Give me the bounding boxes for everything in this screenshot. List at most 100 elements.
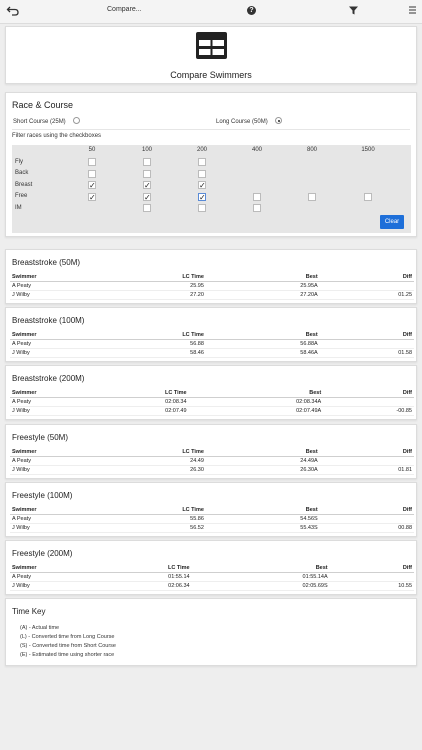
result-table: Swimmer LC Time Best Diff A Peaty 55.86 54.56S… [10, 506, 414, 533]
lc-time: 26.30 [70, 465, 206, 475]
race-course-title: Race & Course [12, 100, 74, 110]
checkbox-free-100[interactable]: ✓ [143, 192, 151, 201]
lc-time: 02:07.49 [70, 406, 189, 416]
checkbox-free-800[interactable] [308, 192, 316, 201]
checkbox-free-50[interactable]: ✓ [88, 192, 96, 201]
checkbox-free-1500[interactable] [364, 192, 372, 201]
checkbox-im-200[interactable] [198, 204, 206, 212]
table-row: J Wilby 02:06.34 02:05.69S 10.55 [10, 581, 414, 591]
stroke-label-fly: Fly [15, 158, 23, 165]
checkbox-fly-100[interactable] [143, 158, 151, 166]
help-icon[interactable]: ? [247, 6, 256, 15]
col-swimmer: Swimmer [10, 448, 70, 457]
col-lc-time: LC Time [70, 273, 206, 282]
table-row: A Peaty 24.49 24.49A [10, 456, 414, 466]
swimmer-name: J Wilby [10, 406, 70, 416]
table-row: J Wilby 56.52 55.43S 00.88 [10, 523, 414, 533]
diff-time: 01.58 [319, 348, 414, 358]
time-key-line: (S) - Converted time from Short Course [20, 643, 116, 649]
best-time: 58.46A [205, 348, 320, 358]
table-header-row: Swimmer LC Time Best Diff [10, 331, 414, 340]
table-row: J Wilby 26.30 26.30A 01.81 [10, 465, 414, 475]
long-course-radio[interactable] [275, 117, 282, 124]
result-title: Breaststroke (100M) [12, 316, 85, 325]
lc-time: 02:06.34 [70, 581, 192, 591]
result-card: Breaststroke (200M) Swimmer LC Time Best Dif… [5, 365, 417, 420]
result-table: Swimmer LC Time Best Diff A Peaty 01:55.14 01:… [10, 564, 414, 591]
time-key-line: (E) - Estimated time using shorter race [20, 652, 115, 658]
checkbox-im-400[interactable] [253, 204, 261, 212]
best-time: 26.30A [205, 465, 320, 475]
diff-time [329, 572, 414, 582]
result-title: Freestyle (200M) [12, 549, 73, 558]
swimmer-name: A Peaty [10, 397, 70, 407]
checkbox-breast-200[interactable]: ✓ [198, 181, 206, 190]
swimmer-name: A Peaty [10, 339, 70, 349]
back-arrow-icon[interactable] [6, 4, 20, 18]
col-best: Best [191, 564, 330, 573]
col-lc-time: LC Time [70, 564, 192, 573]
swimmer-name: A Peaty [10, 456, 70, 466]
col-diff: Diff [319, 506, 414, 515]
table-row: J Wilby 27.20 27.20A 01.25 [10, 290, 414, 300]
diff-time [319, 514, 414, 524]
result-table: Swimmer LC Time Best Diff A Peaty 24.49 24.49A… [10, 448, 414, 475]
lc-time: 01:55.14 [70, 572, 192, 582]
checkbox-fly-50[interactable] [88, 158, 96, 166]
table-header-row: Swimmer LC Time Best Diff [10, 273, 414, 282]
result-table: Swimmer LC Time Best Diff A Peaty 25.95 25.95A… [10, 273, 414, 300]
stroke-label-free: Free [15, 193, 28, 199]
lc-time: 55.86 [70, 514, 206, 524]
table-header-row: Swimmer LC Time Best Diff [10, 389, 414, 398]
col-lc-time: LC Time [70, 331, 206, 340]
distance-header-100: 100 [141, 147, 153, 153]
checkbox-back-200[interactable] [198, 169, 206, 178]
col-best: Best [205, 506, 320, 515]
checkbox-back-50[interactable] [88, 169, 96, 178]
header-card: Compare Swimmers [5, 26, 417, 84]
diff-time [323, 397, 414, 407]
checkbox-breast-50[interactable]: ✓ [88, 181, 96, 190]
checkbox-breast-100[interactable]: ✓ [143, 181, 151, 190]
col-best: Best [205, 273, 320, 282]
checkbox-im-100[interactable] [143, 204, 151, 212]
distance-header-1500: 1500 [361, 147, 375, 153]
col-lc-time: LC Time [70, 506, 206, 515]
result-title: Breaststroke (200M) [12, 374, 85, 383]
long-course-label: Long Course (50M) [216, 119, 268, 125]
best-time: 02:07.49A [188, 406, 324, 416]
stroke-label-back: Back [15, 170, 29, 176]
lc-time: 56.88 [70, 339, 206, 349]
best-time: 27.20A [205, 290, 320, 300]
result-card: Breaststroke (50M) Swimmer LC Time Best Diff… [5, 249, 417, 304]
col-swimmer: Swimmer [10, 506, 70, 515]
table-row: J Wilby 02:07.49 02:07.49A -00.85 [10, 406, 414, 416]
col-diff: Diff [319, 448, 414, 457]
lc-time: 24.49 [70, 456, 206, 466]
col-diff: Diff [329, 564, 414, 573]
diff-time [319, 281, 414, 291]
best-time: 54.56S [205, 514, 320, 524]
checkbox-free-200[interactable]: ✓ [198, 192, 206, 201]
best-time: 02:05.69S [191, 581, 330, 591]
filter-icon[interactable] [349, 6, 358, 15]
lc-time: 02:08.34 [70, 397, 189, 407]
col-best: Best [188, 389, 324, 398]
checkbox-fly-200[interactable] [198, 158, 206, 166]
result-card: Freestyle (200M) Swimmer LC Time Best Diff A … [5, 540, 417, 595]
swimmer-name: A Peaty [10, 572, 70, 582]
menu-icon[interactable] [409, 6, 416, 14]
col-diff: Diff [323, 389, 414, 398]
result-card: Breaststroke (100M) Swimmer LC Time Best Dif… [5, 307, 417, 362]
swimmer-name: A Peaty [10, 514, 70, 524]
top-bar: Compare... ? [0, 0, 422, 24]
table-row: A Peaty 25.95 25.95A [10, 281, 414, 291]
col-lc-time: LC Time [70, 448, 206, 457]
clear-button[interactable]: Clear [380, 215, 404, 229]
short-course-radio[interactable] [73, 117, 80, 124]
checkbox-back-100[interactable] [143, 169, 151, 178]
time-key-card: Time Key (A) - Actual time (L) - Convert… [5, 598, 417, 666]
lc-time: 25.95 [70, 281, 206, 291]
filter-hint: Filter races using the checkboxes [12, 133, 102, 139]
checkbox-free-400[interactable] [253, 192, 261, 201]
